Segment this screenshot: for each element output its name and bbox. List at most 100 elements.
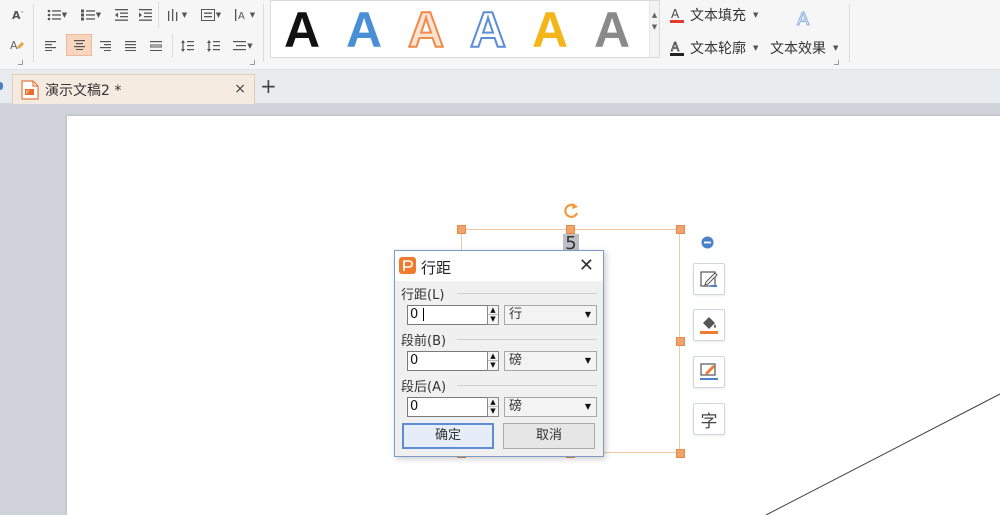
spin-up-icon[interactable]: ▲ — [488, 306, 498, 315]
chevron-down-icon: ▼ — [753, 44, 759, 52]
document-tab[interactable]: P 演示文稿2 * × — [12, 74, 255, 104]
paint-bucket-icon — [700, 317, 718, 334]
dialog-titlebar[interactable]: 行距 ✕ — [395, 251, 603, 281]
space-after-label: 段后(A) — [401, 376, 451, 395]
resize-handle-top-right[interactable] — [676, 225, 685, 234]
wordart-style-orange-outline[interactable]: A — [401, 2, 451, 58]
svg-text:A: A — [10, 39, 18, 52]
slide-line-shape[interactable] — [760, 390, 1000, 515]
space-before-label: 段前(B) — [401, 330, 451, 349]
text-fill-label: 文本填充 — [690, 8, 746, 24]
line-spacing-unit-select[interactable]: 行 ▼ — [504, 305, 597, 325]
bullet-list-button[interactable]: ▼ — [42, 6, 72, 24]
rotate-handle-icon[interactable] — [561, 201, 581, 221]
new-tab-button[interactable]: + — [260, 74, 277, 98]
text-outline-label: 文本轮廓 — [690, 41, 746, 57]
sidebar-toggle-dot[interactable] — [0, 82, 3, 90]
align-left-button[interactable] — [40, 36, 60, 56]
distributed-align-button[interactable] — [146, 36, 166, 56]
chevron-down-icon: ▼ — [833, 44, 839, 52]
shape-fill-tool[interactable] — [693, 309, 725, 341]
decrease-indent-button[interactable] — [112, 6, 130, 24]
chevron-down-icon: ▼ — [249, 11, 256, 19]
close-icon[interactable]: ✕ — [579, 255, 594, 276]
chevron-down-icon: ▼ — [61, 11, 68, 19]
line-spacing-button[interactable] — [176, 36, 198, 56]
character-spacing-icon: A — [234, 9, 245, 21]
space-after-unit-select[interactable]: 磅 ▼ — [504, 397, 597, 417]
font-format-tool[interactable]: 字 — [693, 403, 725, 435]
clear-format-icon: A — [10, 39, 24, 52]
line-spacing-dialog: 行距 ✕ 行距(L) 0 ▲ ▼ 行 ▼ 段前(B) 0 ▲ ▼ 磅 ▼ 段后(… — [394, 250, 604, 457]
align-right-button[interactable] — [95, 36, 115, 56]
shape-style-tool[interactable] — [693, 263, 725, 295]
text-direction-button[interactable]: ▼ — [162, 6, 192, 24]
space-before-stepper[interactable]: ▲ ▼ — [487, 351, 499, 371]
line-spacing-input[interactable]: 0 — [407, 305, 488, 325]
text-effect-button[interactable]: 文本效果 ▼ — [770, 38, 838, 58]
space-after-stepper[interactable]: ▲ ▼ — [487, 397, 499, 417]
resize-handle-bottom-right[interactable] — [676, 449, 685, 458]
justify-icon — [124, 41, 136, 51]
paragraph-group-launcher[interactable] — [250, 60, 255, 65]
pen-outline-icon — [700, 363, 718, 380]
bullet-list-icon — [47, 9, 61, 21]
align-text-button[interactable]: ▼ — [196, 6, 226, 24]
paragraph-spacing-button[interactable] — [202, 36, 224, 56]
wordart-group-launcher[interactable] — [834, 60, 839, 65]
shape-outline-tool[interactable] — [693, 356, 725, 388]
text-direction-icon — [167, 9, 178, 21]
dialog-title: 行距 — [421, 259, 452, 277]
increase-indent-button[interactable] — [136, 6, 154, 24]
text-fill-button[interactable]: A 文本填充 ▼ — [670, 5, 758, 25]
wps-presentation-logo-icon — [399, 257, 416, 274]
space-after-input[interactable]: 0 — [407, 397, 488, 417]
paragraph-settings-button[interactable]: ▼ — [228, 36, 258, 56]
increase-indent-icon — [138, 9, 152, 21]
text-effect-label: 文本效果 — [770, 41, 826, 57]
spin-up-icon[interactable]: ▲ — [488, 352, 498, 361]
clear-format-button[interactable]: A — [8, 36, 26, 54]
cancel-button[interactable]: 取消 — [503, 423, 595, 449]
spin-down-icon[interactable]: ▼ — [488, 361, 498, 370]
gallery-scroll-button[interactable]: ▲ ▼ — [649, 1, 659, 57]
wordart-style-gray[interactable]: A — [587, 3, 637, 57]
align-center-icon — [73, 40, 85, 50]
text-fill-icon: A — [670, 7, 684, 23]
resize-handle-top-left[interactable] — [457, 225, 466, 234]
align-text-icon — [200, 9, 215, 21]
justify-button[interactable] — [120, 36, 140, 56]
text-outline-button[interactable]: A 文本轮廓 ▼ — [670, 38, 758, 58]
align-right-icon — [99, 41, 111, 51]
spin-up-icon[interactable]: ▲ — [488, 398, 498, 407]
close-tab-icon[interactable]: × — [234, 81, 246, 97]
ok-button[interactable]: 确定 — [402, 423, 494, 449]
chevron-down-icon: ▼ — [753, 11, 759, 19]
collapse-tools-icon[interactable] — [701, 236, 714, 249]
chevron-down-icon: ▼ — [584, 356, 591, 365]
font-format-icon: 字 — [700, 411, 718, 432]
spin-down-icon[interactable]: ▼ — [488, 315, 498, 324]
font-size-decrease-button[interactable]: A ˇ — [8, 6, 28, 24]
resize-handle-middle-right[interactable] — [676, 337, 685, 346]
wordart-style-blue[interactable]: A — [339, 3, 389, 57]
distributed-align-icon — [150, 41, 162, 51]
wordart-style-gold[interactable]: A — [525, 3, 575, 57]
group-divider — [457, 293, 597, 294]
wordart-style-blue-outline[interactable]: A — [463, 2, 513, 58]
align-center-button[interactable] — [66, 34, 92, 56]
space-before-input[interactable]: 0 — [407, 351, 488, 371]
resize-handle-top-center[interactable] — [566, 225, 575, 234]
line-spacing-stepper[interactable]: ▲ ▼ — [487, 305, 499, 325]
svg-text:A: A — [797, 9, 810, 28]
line-spacing-icon — [180, 40, 194, 52]
character-spacing-button[interactable]: A ▼ — [230, 6, 260, 24]
paragraph-dialog-launcher[interactable] — [18, 60, 23, 65]
chevron-down-icon: ▼ — [584, 402, 591, 411]
space-before-unit-select[interactable]: 磅 ▼ — [504, 351, 597, 371]
edit-shape-icon — [700, 271, 718, 287]
svg-text:A: A — [238, 11, 245, 21]
wordart-style-black[interactable]: A — [277, 3, 327, 57]
spin-down-icon[interactable]: ▼ — [488, 407, 498, 416]
numbered-list-button[interactable]: ▼ — [76, 6, 106, 24]
